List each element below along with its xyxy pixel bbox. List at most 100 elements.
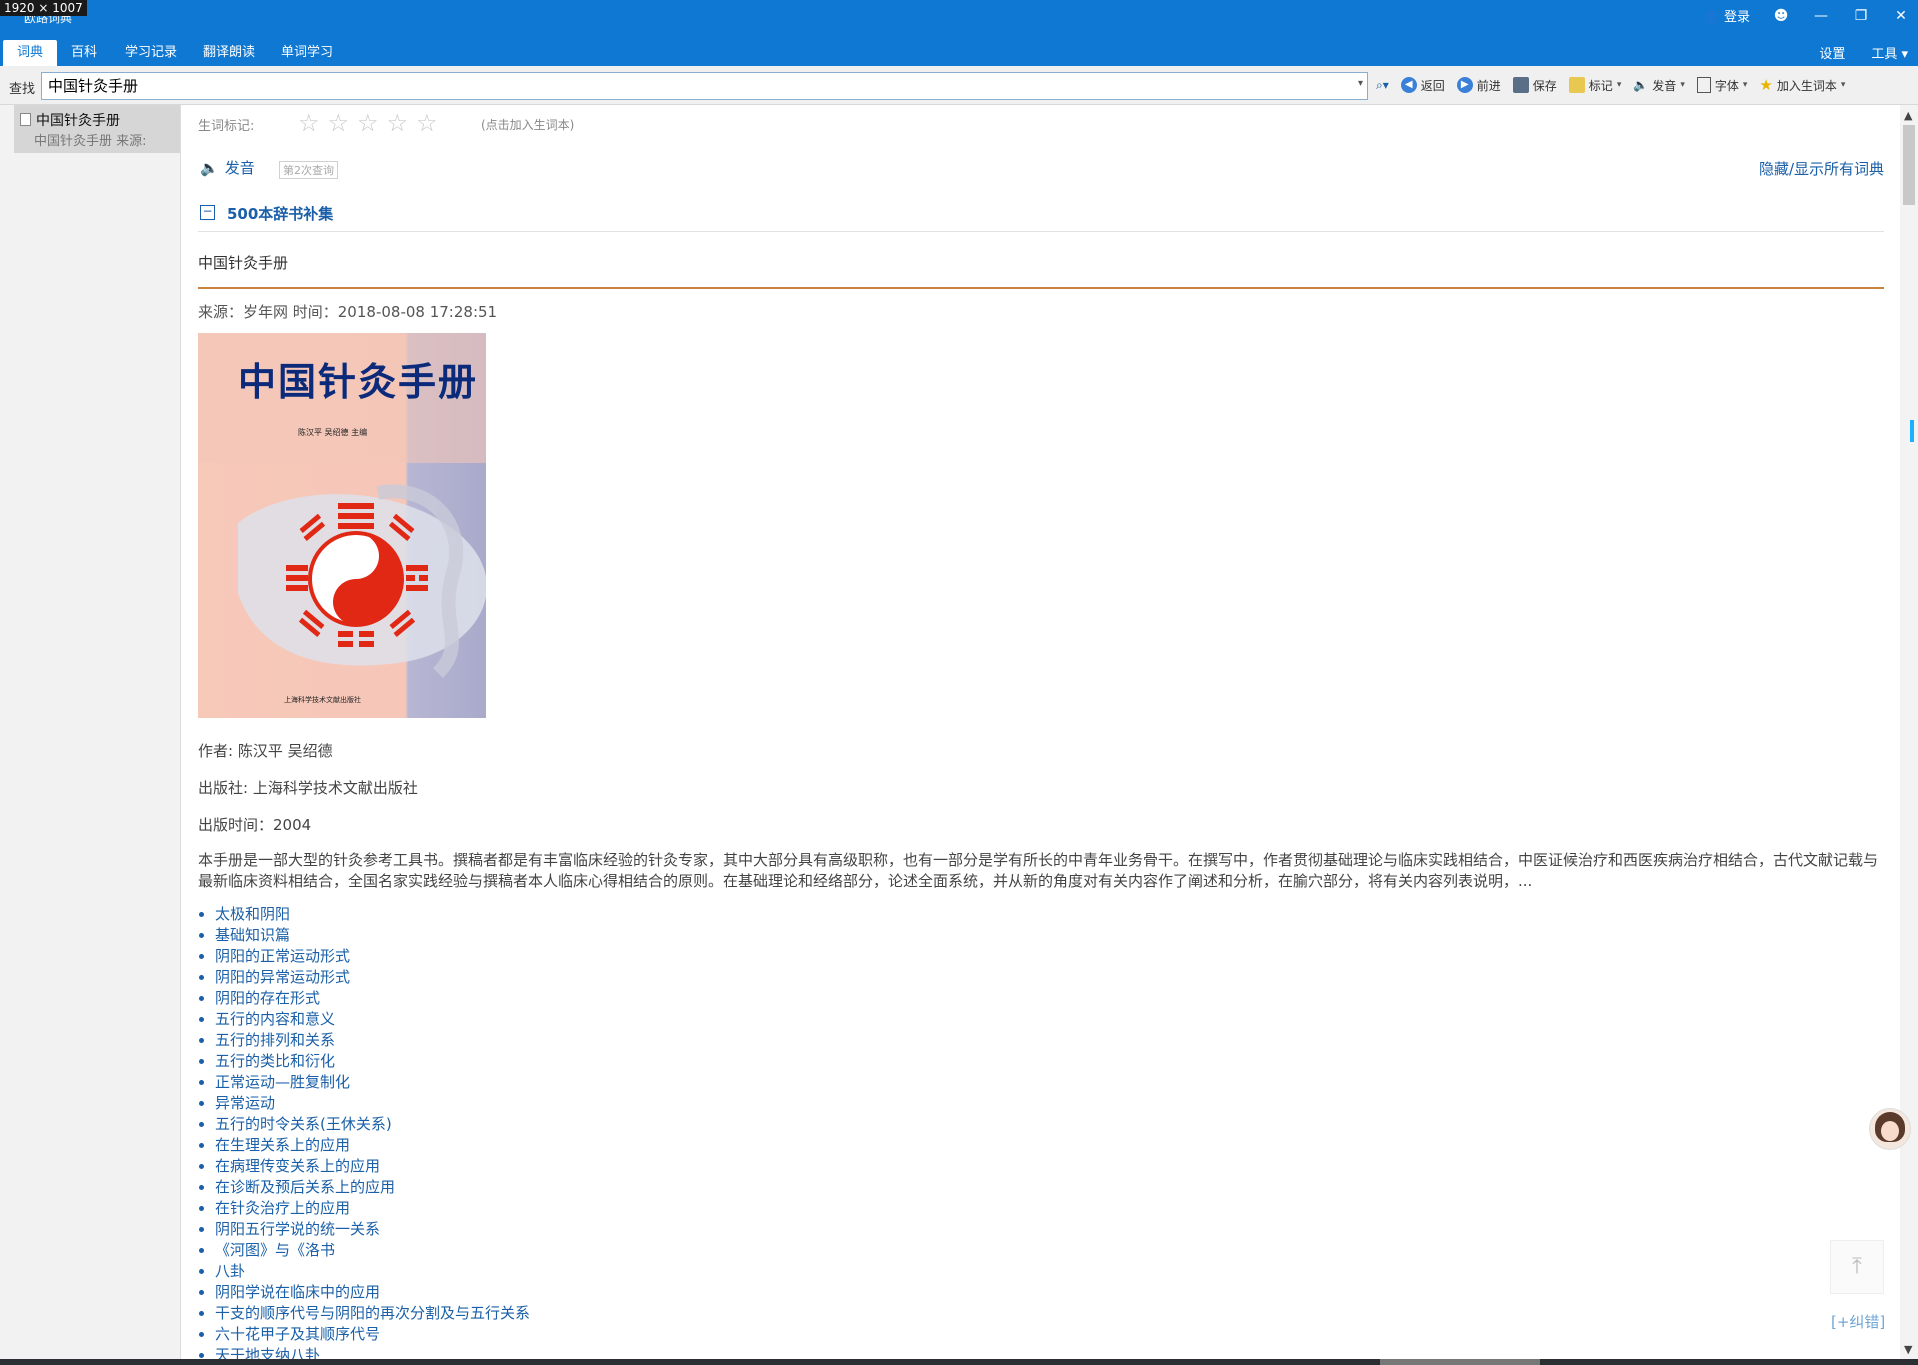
- entry-content: 生词标记: ☆ ☆ ☆ ☆ ☆ (点击加入生词本) 🔈 发音 第2次查询 隐藏/…: [198, 105, 1888, 1360]
- toc-link[interactable]: 阴阳五行学说的统一关系: [198, 1219, 530, 1240]
- forward-icon: ▶: [1456, 77, 1473, 93]
- add-vocab-button[interactable]: ★ 加入生词本 ▾: [1759, 74, 1845, 96]
- toolbar: ⌕▾ ◀ 返回 ▶ 前进 保存 标记 ▾ 🔈 发音 ▾ 字体 ▾ ★ 加入生词本…: [1376, 74, 1845, 96]
- settings-menu[interactable]: 设置: [1819, 43, 1845, 62]
- user-icon: 👤: [1703, 10, 1720, 25]
- document-icon: [20, 113, 31, 126]
- title-bar-controls: 👤 登录 ☻ — ❐ ✕: [1704, 6, 1910, 26]
- table-of-contents: 太极和阴阳 基础知识篇 阴阳的正常运动形式 阴阳的异常运动形式 阴阳的存在形式 …: [198, 904, 530, 1360]
- author-field: 作者: 陈汉平 吴绍德: [198, 742, 333, 760]
- pronounce-button[interactable]: 🔈 发音: [200, 157, 255, 178]
- scroll-up-icon[interactable]: ▲: [1904, 109, 1912, 122]
- back-to-top-button[interactable]: ⤒: [1830, 1240, 1884, 1294]
- toc-link[interactable]: 阴阳学说在临床中的应用: [198, 1282, 530, 1303]
- toc-link[interactable]: 在病理传变关系上的应用: [198, 1156, 530, 1177]
- star-icon[interactable]: ☆: [387, 109, 409, 137]
- mark-button[interactable]: 标记 ▾: [1568, 74, 1622, 96]
- dictionary-section-header: − 500本辞书补集: [198, 197, 1884, 232]
- tab-translate[interactable]: 翻译朗读: [189, 40, 269, 66]
- scroll-position-marker: [1910, 420, 1914, 442]
- mark-dropdown-icon[interactable]: ▾: [1617, 80, 1622, 90]
- tab-dictionary[interactable]: 词典: [3, 40, 58, 66]
- scrollbar-thumb[interactable]: [1903, 125, 1915, 205]
- star-icon[interactable]: ☆: [328, 109, 350, 137]
- toc-link[interactable]: 六十花甲子及其顺序代号: [198, 1324, 530, 1345]
- search-icon[interactable]: ⌕▾: [1376, 74, 1389, 96]
- toc-link[interactable]: 八卦: [198, 1261, 530, 1282]
- speak-button[interactable]: 🔈 发音 ▾: [1633, 74, 1685, 96]
- add-vocab-dropdown-icon[interactable]: ▾: [1841, 80, 1846, 90]
- font-button[interactable]: 字体 ▾: [1696, 74, 1748, 96]
- cover-authors: 陈汉平 吴绍德 主编: [298, 428, 368, 437]
- star-icon[interactable]: ☆: [357, 109, 379, 137]
- toggle-dictionaries-link[interactable]: 隐藏/显示所有词典: [1759, 158, 1884, 179]
- toc-link[interactable]: 五行的内容和意义: [198, 1009, 530, 1030]
- dictionary-name[interactable]: 500本辞书补集: [227, 203, 333, 224]
- toc-link[interactable]: 在生理关系上的应用: [198, 1135, 530, 1156]
- search-dropdown-icon[interactable]: ▾: [1358, 78, 1363, 89]
- toc-link[interactable]: 基础知识篇: [198, 925, 530, 946]
- collapse-icon[interactable]: −: [200, 205, 215, 220]
- tab-study-history[interactable]: 学习记录: [111, 40, 191, 66]
- save-button[interactable]: 保存: [1512, 74, 1557, 96]
- toc-link[interactable]: 干支的顺序代号与阴阳的再次分割及与五行关系: [198, 1303, 530, 1324]
- query-count-badge: 第2次查询: [279, 161, 338, 179]
- toc-link[interactable]: 太极和阴阳: [198, 904, 530, 925]
- toc-link[interactable]: 正常运动—胜复制化: [198, 1072, 530, 1093]
- cover-publisher: 上海科学技术文献出版社: [284, 696, 361, 704]
- publish-time-field: 出版时间：2004: [198, 816, 312, 834]
- toc-link[interactable]: 在针灸治疗上的应用: [198, 1198, 530, 1219]
- search-label: 查找: [9, 82, 36, 97]
- tab-word-study[interactable]: 单词学习: [267, 40, 347, 66]
- search-input[interactable]: [42, 73, 1344, 97]
- toc-link[interactable]: 五行的类比和衍化: [198, 1051, 530, 1072]
- cover-title: 中国针灸手册: [238, 359, 479, 404]
- tools-menu[interactable]: 工具 ▾: [1871, 43, 1908, 62]
- login-button[interactable]: 👤 登录: [1704, 6, 1750, 25]
- toc-link[interactable]: 阴阳的存在形式: [198, 988, 530, 1009]
- toc-link[interactable]: 在诊断及预后关系上的应用: [198, 1177, 530, 1198]
- back-icon: ◀: [1400, 77, 1417, 93]
- speaker-icon: 🔈: [1633, 78, 1649, 92]
- toc-link[interactable]: 阴阳的正常运动形式: [198, 946, 530, 967]
- rating-hint: (点击加入生词本): [481, 118, 575, 132]
- toc-link[interactable]: 五行的时令关系(王休关系): [198, 1114, 530, 1135]
- search-toolbar: 查找 ▾ ⌕▾ ◀ 返回 ▶ 前进 保存 标记 ▾ 🔈 发音 ▾ 字体: [0, 66, 1918, 105]
- list-item-subtitle: 中国针灸手册 来源:: [34, 134, 147, 149]
- word-list-sidebar: 中国针灸手册 中国针灸手册 来源:: [0, 105, 181, 1365]
- star-icon: ★: [1759, 76, 1773, 94]
- headword: 中国针灸手册: [198, 254, 289, 272]
- mark-icon: [1568, 77, 1585, 93]
- report-error-link[interactable]: [+纠错]: [1831, 1311, 1885, 1332]
- theme-icon[interactable]: ☻: [1772, 8, 1790, 24]
- toc-link[interactable]: 《河图》与《洛书: [198, 1240, 530, 1261]
- toc-link[interactable]: 阴阳的异常运动形式: [198, 967, 530, 988]
- close-button[interactable]: ✕: [1892, 8, 1910, 24]
- source-meta: 来源：岁年网 时间：2018-08-08 17:28:51: [198, 303, 498, 321]
- rating-stars: ☆ ☆ ☆ ☆ ☆: [298, 109, 438, 137]
- toc-link[interactable]: 五行的排列和关系: [198, 1030, 530, 1051]
- vertical-scrollbar[interactable]: ▲ ▼: [1900, 105, 1918, 1360]
- title-bar: 欧路词典 1920 × 1007 👤 登录 ☻ — ❐ ✕: [0, 0, 1918, 34]
- horizontal-scrollbar[interactable]: [0, 1359, 1918, 1365]
- star-icon[interactable]: ☆: [298, 109, 320, 137]
- back-button[interactable]: ◀ 返回: [1400, 74, 1445, 96]
- dimension-badge: 1920 × 1007: [0, 0, 87, 16]
- speak-dropdown-icon[interactable]: ▾: [1680, 80, 1685, 90]
- publisher-field: 出版社: 上海科学技术文献出版社: [198, 779, 418, 797]
- minimize-button[interactable]: —: [1812, 8, 1830, 24]
- toc-link[interactable]: 异常运动: [198, 1093, 530, 1114]
- toc-link[interactable]: 天干地支纳八卦: [198, 1345, 530, 1360]
- tab-encyclopedia[interactable]: 百科: [57, 40, 111, 66]
- horizontal-scrollbar-thumb[interactable]: [1380, 1359, 1540, 1365]
- scroll-down-icon[interactable]: ▼: [1904, 1343, 1912, 1356]
- font-dropdown-icon[interactable]: ▾: [1743, 80, 1748, 90]
- book-cover-image: 中国针灸手册 陈汉平 吴绍德 主编 上海科学技术文献出版社: [198, 333, 486, 718]
- assistant-avatar-icon[interactable]: [1869, 1108, 1911, 1150]
- forward-button[interactable]: ▶ 前进: [1456, 74, 1501, 96]
- book-summary: 本手册是一部大型的针灸参考工具书。撰稿者都是有丰富临床经验的针灸专家，其中大部分…: [198, 851, 1879, 890]
- list-item[interactable]: 中国针灸手册 中国针灸手册 来源:: [14, 105, 180, 153]
- rating-label: 生词标记:: [198, 119, 255, 134]
- star-icon[interactable]: ☆: [416, 109, 438, 137]
- restore-button[interactable]: ❐: [1852, 8, 1870, 24]
